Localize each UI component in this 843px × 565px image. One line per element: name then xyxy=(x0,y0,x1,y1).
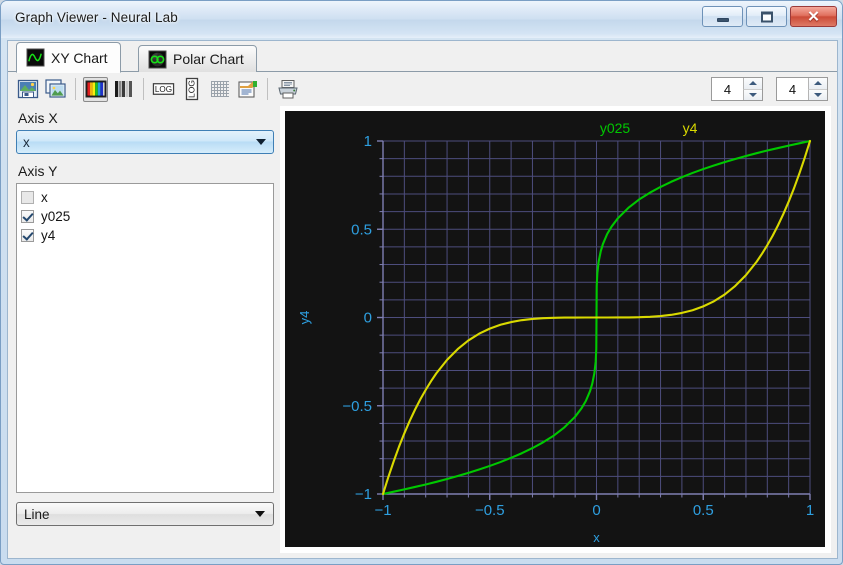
x-axis-title: x xyxy=(593,530,600,545)
plot-type-combobox[interactable]: Line xyxy=(16,502,274,526)
color-bars-icon xyxy=(85,80,106,98)
xy-chart-plot[interactable]: −1 −0.5 0 0.5 1 −1 −0.5 0 0.5 1 x y4 y025 y4 xyxy=(285,111,825,547)
y-tick-label: −0.5 xyxy=(342,398,372,415)
x-tick-label: −1 xyxy=(374,502,391,519)
columns-spinner-down[interactable] xyxy=(743,89,762,100)
rows-spinner-down[interactable] xyxy=(808,89,827,100)
chevron-down-icon xyxy=(814,92,822,97)
checkbox-unchecked-icon[interactable] xyxy=(21,190,34,204)
toolbar-separator xyxy=(143,78,144,100)
chevron-up-icon xyxy=(814,81,822,86)
columns-spinner-value[interactable]: 4 xyxy=(712,78,743,100)
log-vertical-icon: LOG xyxy=(185,77,198,101)
main-body: Axis X x Axis Y x y025 y4 Line −1 −0.5 0… xyxy=(8,106,837,558)
rows-spinner-buttons xyxy=(808,78,827,100)
print-button[interactable] xyxy=(275,77,300,102)
chevron-down-icon xyxy=(255,511,265,517)
minimize-button[interactable] xyxy=(702,6,743,27)
rows-spinner[interactable]: 4 xyxy=(776,77,828,101)
minimize-icon xyxy=(716,17,729,22)
columns-spinner-buttons xyxy=(743,78,762,100)
save-image-button[interactable] xyxy=(15,77,40,102)
window-controls: ✕ xyxy=(702,6,837,27)
log-y-button[interactable]: LOG xyxy=(179,77,204,102)
axis-y-label: Axis Y xyxy=(18,163,58,179)
close-button[interactable]: ✕ xyxy=(790,6,837,27)
printer-icon xyxy=(277,80,298,99)
x-tick-label: 1 xyxy=(806,502,814,519)
list-item-label: x xyxy=(41,189,48,205)
polar-chart-icon xyxy=(148,49,167,69)
grayscale-palette-button[interactable] xyxy=(111,77,136,102)
chevron-down-icon xyxy=(256,139,266,145)
chart-panel: −1 −0.5 0 0.5 1 −1 −0.5 0 0.5 1 x y4 y025 y4 xyxy=(280,106,831,553)
client-area: XY Chart Polar Chart LOG LOG 4 4 Axis X … xyxy=(7,40,838,559)
y-tick-label: 0.5 xyxy=(351,221,372,238)
checkbox-checked-icon[interactable] xyxy=(21,209,34,223)
svg-text:LOG: LOG xyxy=(155,85,172,94)
window-title: Graph Viewer - Neural Lab xyxy=(15,10,178,25)
toolbar-separator xyxy=(75,78,76,100)
close-icon: ✕ xyxy=(807,8,820,25)
copy-image-icon xyxy=(44,79,66,98)
title-bar[interactable]: Graph Viewer - Neural Lab ✕ xyxy=(1,1,842,38)
left-panel: Axis X x Axis Y x y025 y4 Line xyxy=(16,110,274,526)
y-tick-label: 1 xyxy=(364,133,372,150)
gray-bars-icon xyxy=(114,81,132,97)
checkbox-checked-icon[interactable] xyxy=(21,228,34,242)
list-item[interactable]: x xyxy=(21,188,273,206)
legend-entry-y4: y4 xyxy=(683,120,698,136)
y-tick-label: 0 xyxy=(364,310,372,327)
y-axis-title: y4 xyxy=(297,311,312,325)
legend-button[interactable] xyxy=(235,77,260,102)
tab-strip: XY Chart Polar Chart xyxy=(8,41,837,73)
spinner-group: 4 4 xyxy=(711,77,828,101)
grid-toggle-button[interactable] xyxy=(207,77,232,102)
rows-spinner-value[interactable]: 4 xyxy=(777,78,808,100)
plot-type-value: Line xyxy=(24,506,50,522)
grid-icon xyxy=(210,81,229,97)
axis-x-combobox[interactable]: x xyxy=(16,130,274,154)
log-x-button[interactable]: LOG xyxy=(151,77,176,102)
axis-x-value: x xyxy=(23,134,30,150)
y-tick-label: −1 xyxy=(355,486,372,503)
restore-icon xyxy=(760,11,773,22)
toolbar: LOG LOG 4 4 xyxy=(8,72,837,106)
save-image-icon xyxy=(17,79,38,99)
list-item-label: y4 xyxy=(41,227,56,243)
xy-chart-icon xyxy=(26,48,45,67)
axis-y-listbox[interactable]: x y025 y4 xyxy=(16,183,274,493)
x-tick-label: −0.5 xyxy=(475,502,505,519)
chevron-up-icon xyxy=(749,81,757,86)
tab-polar-chart-label: Polar Chart xyxy=(173,51,244,67)
copy-image-button[interactable] xyxy=(43,77,68,102)
tab-xy-chart-label: XY Chart xyxy=(51,49,108,66)
legend-entry-y025: y025 xyxy=(600,120,631,136)
x-tick-label: 0 xyxy=(592,502,600,519)
toolbar-separator xyxy=(267,78,268,100)
color-palette-button[interactable] xyxy=(83,76,108,102)
columns-spinner[interactable]: 4 xyxy=(711,77,763,101)
chevron-down-icon xyxy=(749,92,757,97)
log-horizontal-icon: LOG xyxy=(152,83,175,95)
application-window: Graph Viewer - Neural Lab ✕ XY Chart Pol… xyxy=(0,0,843,565)
svg-text:LOG: LOG xyxy=(186,80,196,98)
list-item[interactable]: y025 xyxy=(21,207,273,225)
legend-icon xyxy=(237,81,257,98)
list-item-label: y025 xyxy=(41,208,71,224)
rows-spinner-up[interactable] xyxy=(808,78,827,90)
tab-xy-chart[interactable]: XY Chart xyxy=(16,42,121,73)
tab-polar-chart[interactable]: Polar Chart xyxy=(138,45,257,73)
columns-spinner-up[interactable] xyxy=(743,78,762,90)
list-item[interactable]: y4 xyxy=(21,226,273,244)
x-tick-label: 0.5 xyxy=(693,502,714,519)
maximize-button[interactable] xyxy=(746,6,787,27)
axis-x-label: Axis X xyxy=(18,110,58,126)
